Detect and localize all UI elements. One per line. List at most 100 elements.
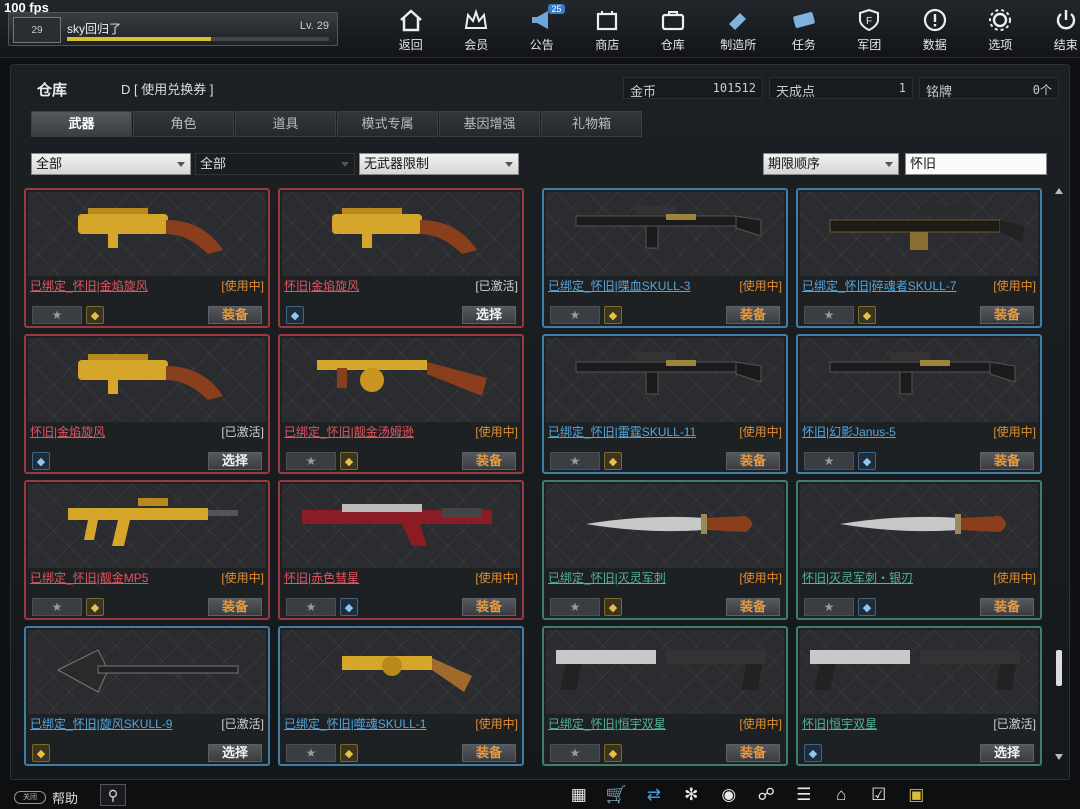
item-card[interactable]: 已绑定_怀旧|靓金汤姆逊 [使用中] ★ ◆ 装备 bbox=[278, 334, 524, 474]
favorite-star-icon[interactable]: ★ bbox=[550, 306, 600, 324]
lock-icon[interactable]: ◆ bbox=[804, 744, 822, 762]
item-card[interactable]: 已绑定_怀旧|噬魂SKULL-1 [使用中] ★ ◆ 装备 bbox=[278, 626, 524, 766]
restriction-dropdown[interactable]: 无武器限制 bbox=[359, 153, 519, 175]
item-card[interactable]: 已绑定_怀旧|恒宇双星 [使用中] ★ ◆ 装备 bbox=[542, 626, 788, 766]
daily-check-icon[interactable]: ☑ bbox=[860, 782, 898, 808]
equip-button[interactable]: 装备 bbox=[726, 306, 780, 324]
item-card[interactable]: 怀旧|幻影Janus-5 [使用中] ★ ◆ 装备 bbox=[796, 334, 1042, 474]
item-name[interactable]: 怀旧|金焰旋风 bbox=[30, 423, 105, 440]
equip-button[interactable]: 装备 bbox=[208, 598, 262, 616]
nav-briefcase-button[interactable]: 仓库 bbox=[640, 4, 706, 54]
scroll-down-icon[interactable] bbox=[1055, 754, 1063, 760]
favorite-star-icon[interactable]: ★ bbox=[804, 452, 854, 470]
equip-button[interactable]: 装备 bbox=[726, 744, 780, 762]
item-name[interactable]: 已绑定_怀旧|金焰旋风 bbox=[30, 277, 148, 294]
lock-icon[interactable]: ◆ bbox=[340, 744, 358, 762]
item-name[interactable]: 已绑定_怀旧|噬魂SKULL-1 bbox=[284, 715, 426, 732]
favorite-star-icon[interactable]: ★ bbox=[804, 306, 854, 324]
item-card[interactable]: 已绑定_怀旧|金焰旋风 [使用中] ★ ◆ 装备 bbox=[24, 188, 270, 328]
item-name[interactable]: 已绑定_怀旧|旋风SKULL-9 bbox=[30, 715, 172, 732]
favorite-star-icon[interactable]: ★ bbox=[286, 598, 336, 616]
select-button[interactable]: 选择 bbox=[980, 744, 1034, 762]
lock-icon[interactable]: ◆ bbox=[32, 744, 50, 762]
nav-craft-button[interactable]: 制造所 bbox=[706, 4, 772, 54]
item-card[interactable]: 已绑定_怀旧|碎魂者SKULL-7 [使用中] ★ ◆ 装备 bbox=[796, 188, 1042, 328]
nav-power-button[interactable]: 结束 bbox=[1033, 4, 1080, 54]
favorite-star-icon[interactable]: ★ bbox=[286, 452, 336, 470]
tab-0[interactable]: 武器 bbox=[31, 111, 132, 137]
tab-3[interactable]: 模式专属 bbox=[337, 111, 438, 137]
nav-mission-button[interactable]: 任务 bbox=[771, 4, 837, 54]
lock-icon[interactable]: ◆ bbox=[340, 452, 358, 470]
sort-dropdown[interactable]: 期限顺序 bbox=[763, 153, 899, 175]
nav-gear-button[interactable]: 选项 bbox=[968, 4, 1034, 54]
item-card[interactable]: 已绑定_怀旧|旋风SKULL-9 [已激活] ◆ 选择 bbox=[24, 626, 270, 766]
item-name[interactable]: 已绑定_怀旧|灭灵军刺 bbox=[548, 569, 666, 586]
nav-crown-button[interactable]: 会员 bbox=[444, 4, 510, 54]
lock-icon[interactable]: ◆ bbox=[858, 452, 876, 470]
lock-icon[interactable]: ◆ bbox=[604, 306, 622, 324]
favorite-star-icon[interactable]: ★ bbox=[804, 598, 854, 616]
item-card[interactable]: 已绑定_怀旧|喋血SKULL-3 [使用中] ★ ◆ 装备 bbox=[542, 188, 788, 328]
equip-button[interactable]: 装备 bbox=[462, 598, 516, 616]
item-name[interactable]: 已绑定_怀旧|碎魂者SKULL-7 bbox=[802, 277, 956, 294]
nav-megaphone-button[interactable]: 公告 25 bbox=[509, 4, 575, 54]
equip-button[interactable]: 装备 bbox=[462, 452, 516, 470]
lock-icon[interactable]: ◆ bbox=[340, 598, 358, 616]
equip-button[interactable]: 装备 bbox=[980, 452, 1034, 470]
nav-clan-shield-button[interactable]: F 军团 bbox=[837, 4, 903, 54]
scroll-thumb[interactable] bbox=[1056, 650, 1062, 686]
use-voucher-button[interactable]: D [ 使用兑换券 ] bbox=[121, 79, 213, 98]
equip-button[interactable]: 装备 bbox=[726, 598, 780, 616]
equip-button[interactable]: 装备 bbox=[462, 744, 516, 762]
equip-button[interactable]: 装备 bbox=[980, 306, 1034, 324]
scroll-up-icon[interactable] bbox=[1055, 188, 1063, 194]
lock-icon[interactable]: ◆ bbox=[286, 306, 304, 324]
checklist-icon[interactable]: ☰ bbox=[785, 782, 823, 808]
item-card[interactable]: 怀旧|灭灵军刺・银刃 [使用中] ★ ◆ 装备 bbox=[796, 480, 1042, 620]
item-name[interactable]: 怀旧|恒宇双星 bbox=[802, 715, 877, 732]
favorite-star-icon[interactable]: ★ bbox=[32, 598, 82, 616]
item-name[interactable]: 已绑定_怀旧|靓金MP5 bbox=[30, 569, 148, 586]
equip-button[interactable]: 装备 bbox=[208, 306, 262, 324]
tab-1[interactable]: 角色 bbox=[133, 111, 234, 137]
favorite-star-icon[interactable]: ★ bbox=[550, 598, 600, 616]
category-dropdown[interactable]: 全部 bbox=[31, 153, 191, 175]
nav-home-button[interactable]: 返回 bbox=[378, 4, 444, 54]
search-input[interactable]: 怀旧 bbox=[905, 153, 1047, 175]
lock-icon[interactable]: ◆ bbox=[86, 598, 104, 616]
item-name[interactable]: 已绑定_怀旧|雷霆SKULL-11 bbox=[548, 423, 696, 440]
lock-icon[interactable]: ◆ bbox=[32, 452, 50, 470]
favorite-star-icon[interactable]: ★ bbox=[550, 452, 600, 470]
tab-4[interactable]: 基因增强 bbox=[439, 111, 540, 137]
film-icon[interactable]: ▣ bbox=[898, 782, 936, 808]
compass-icon[interactable]: ✻ bbox=[673, 782, 711, 808]
item-card[interactable]: 已绑定_怀旧|雷霆SKULL-11 [使用中] ★ ◆ 装备 bbox=[542, 334, 788, 474]
item-card[interactable]: 怀旧|赤色彗星 [使用中] ★ ◆ 装备 bbox=[278, 480, 524, 620]
select-button[interactable]: 选择 bbox=[208, 744, 262, 762]
toggle-switch[interactable]: 关闭 bbox=[14, 791, 46, 804]
lock-icon[interactable]: ◆ bbox=[604, 598, 622, 616]
cart-icon[interactable]: 🛒 bbox=[598, 782, 636, 808]
select-button[interactable]: 选择 bbox=[208, 452, 262, 470]
equip-button[interactable]: 装备 bbox=[726, 452, 780, 470]
tab-2[interactable]: 道具 bbox=[235, 111, 336, 137]
item-name[interactable]: 怀旧|赤色彗星 bbox=[284, 569, 359, 586]
select-button[interactable]: 选择 bbox=[462, 306, 516, 324]
favorite-star-icon[interactable]: ★ bbox=[550, 744, 600, 762]
lock-icon[interactable]: ◆ bbox=[604, 744, 622, 762]
lock-icon[interactable]: ◆ bbox=[858, 306, 876, 324]
runner-icon[interactable]: ◉ bbox=[710, 782, 748, 808]
item-name[interactable]: 已绑定_怀旧|恒宇双星 bbox=[548, 715, 666, 732]
favorite-star-icon[interactable]: ★ bbox=[286, 744, 336, 762]
item-name[interactable]: 怀旧|幻影Janus-5 bbox=[802, 423, 896, 440]
help-toggle[interactable]: 关闭 帮助 bbox=[14, 788, 78, 807]
item-card[interactable]: 怀旧|恒宇双星 [已激活] ◆ 选择 bbox=[796, 626, 1042, 766]
item-card[interactable]: 已绑定_怀旧|灭灵军刺 [使用中] ★ ◆ 装备 bbox=[542, 480, 788, 620]
item-card[interactable]: 怀旧|金焰旋风 [已激活] ◆ 选择 bbox=[24, 334, 270, 474]
magnifier-icon[interactable]: ⚲ bbox=[100, 784, 126, 806]
scrollbar[interactable] bbox=[1053, 186, 1067, 766]
shop-cart-icon[interactable]: ☍ bbox=[748, 782, 786, 808]
subcategory-dropdown[interactable]: 全部 bbox=[195, 153, 355, 175]
nav-info-button[interactable]: 数据 bbox=[902, 4, 968, 54]
